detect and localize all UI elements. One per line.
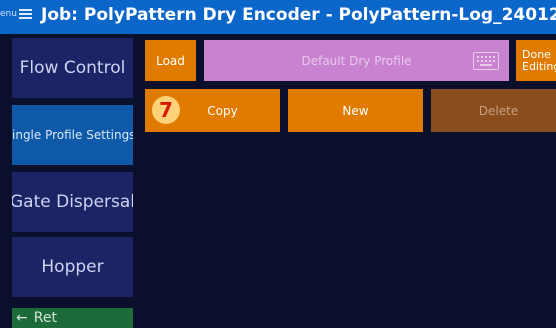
page-title: Job: PolyPattern Dry Encoder - PolyPatte… xyxy=(41,5,556,25)
done-line-2: Editing xyxy=(522,59,556,73)
profile-placeholder: Default Dry Profile xyxy=(301,53,412,68)
copy-label: Copy xyxy=(207,103,238,118)
delete-label: Delete xyxy=(478,103,519,118)
sidebar-item-label: ingle Profile Settings xyxy=(12,128,133,142)
sidebar-item-label: Gate Dispersal xyxy=(12,192,133,212)
sidebar-item-single-profile-settings[interactable]: ingle Profile Settings xyxy=(12,105,133,165)
sidebar: Flow Control ingle Profile Settings Gate… xyxy=(12,38,133,328)
done-editing-button[interactable]: Done Editing xyxy=(516,40,556,81)
menu-label: enu xyxy=(0,9,17,19)
top-bar: enu Job: PolyPattern Dry Encoder - PolyP… xyxy=(0,0,556,34)
return-button[interactable]: ← Ret xyxy=(12,308,133,328)
return-label: Ret xyxy=(33,310,57,326)
sidebar-item-hopper[interactable]: Hopper xyxy=(12,237,133,297)
keyboard-icon[interactable] xyxy=(473,52,499,70)
new-label: New xyxy=(342,103,369,118)
back-arrow-icon: ← xyxy=(16,310,28,326)
sidebar-item-flow-control[interactable]: Flow Control xyxy=(12,38,133,98)
done-line-1: Done xyxy=(522,47,551,61)
delete-button[interactable]: Delete xyxy=(431,89,556,132)
step-badge: 7 xyxy=(152,96,180,124)
copy-button[interactable]: 7 Copy xyxy=(145,89,280,132)
sidebar-item-label: Hopper xyxy=(41,257,104,277)
load-button[interactable]: Load xyxy=(145,40,196,81)
sidebar-item-label: Flow Control xyxy=(19,58,126,78)
sidebar-item-gate-dispersal[interactable]: Gate Dispersal xyxy=(12,172,133,232)
load-label: Load xyxy=(156,53,185,68)
new-button[interactable]: New xyxy=(288,89,423,132)
hamburger-icon xyxy=(18,7,32,21)
menu-button[interactable]: enu xyxy=(0,7,32,21)
profile-name-field[interactable]: Default Dry Profile xyxy=(204,40,509,81)
